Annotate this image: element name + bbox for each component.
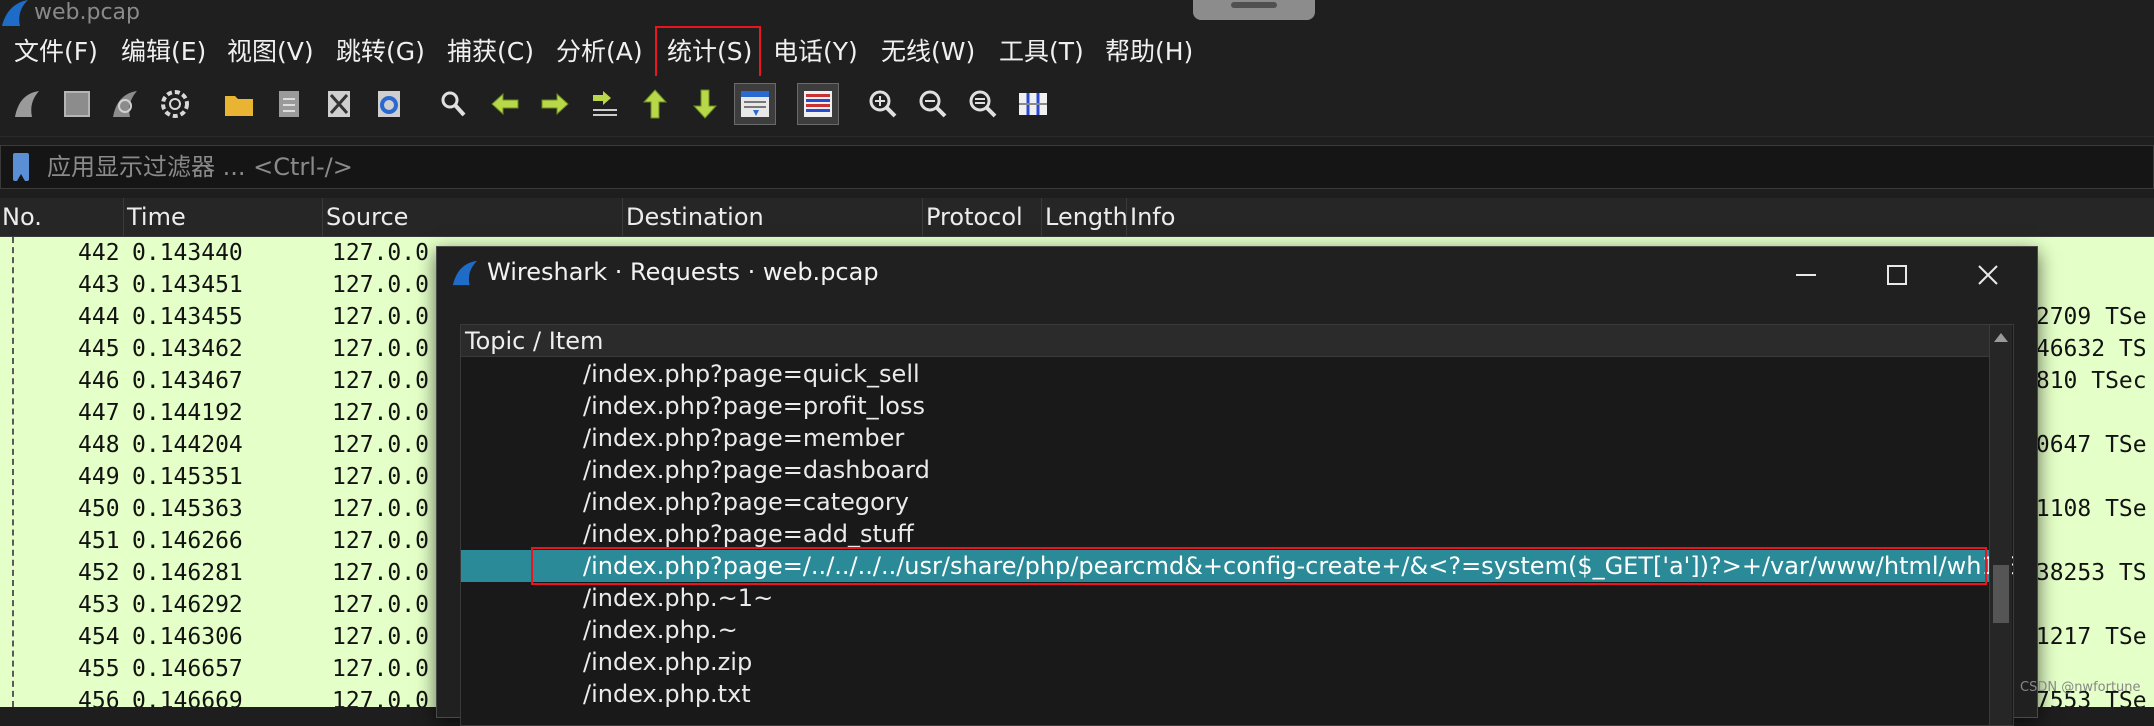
minimize-icon (1796, 274, 1816, 276)
menu-analyze[interactable]: 分析(A) (556, 36, 643, 68)
tree-item[interactable]: /index.php?page=member (461, 422, 1989, 454)
save-file-icon[interactable] (272, 86, 306, 122)
window-titlebar: web.pcap (0, 0, 2154, 28)
capture-options-icon[interactable] (158, 86, 192, 122)
restart-capture-icon[interactable] (108, 86, 142, 122)
tree-item[interactable]: /index.php.zip (461, 646, 1989, 678)
zoom-in-icon[interactable] (866, 86, 900, 122)
tree-item[interactable]: /index.php.txt (461, 678, 1989, 710)
tree-item[interactable]: /index.php.~1~ (461, 582, 1989, 614)
watermark: CSDN @nwfortune (2020, 680, 2141, 695)
menu-telephony[interactable]: 电话(Y) (773, 36, 858, 68)
go-first-icon[interactable] (638, 86, 672, 122)
menu-wireless[interactable]: 无线(W) (881, 36, 975, 68)
tree-item[interactable]: /index.php?page=quick_sell (461, 358, 1989, 390)
column-header-destination[interactable]: Destination (624, 198, 923, 236)
go-back-icon[interactable] (488, 86, 522, 122)
column-header-time[interactable]: Time (125, 198, 323, 236)
stop-capture-icon[interactable] (60, 86, 94, 122)
menu-capture[interactable]: 捕获(C) (447, 36, 534, 68)
tree-item[interactable]: /index.php?page=profit_loss (461, 390, 1989, 422)
menu-file[interactable]: 文件(F) (14, 36, 98, 68)
dialog-title: Wireshark · Requests · web.pcap (487, 258, 879, 286)
tree-item[interactable]: /index.php?page=category (461, 486, 1989, 518)
colorize-icon[interactable] (797, 83, 839, 125)
resize-columns-icon[interactable] (1016, 86, 1050, 122)
auto-scroll-icon[interactable] (734, 83, 776, 125)
go-forward-icon[interactable] (538, 86, 572, 122)
display-filter-bar (0, 145, 2154, 189)
column-header-protocol[interactable]: Protocol (924, 198, 1042, 236)
reload-file-icon[interactable] (372, 86, 406, 122)
scroll-up-icon[interactable] (1994, 333, 2008, 342)
start-capture-icon[interactable] (10, 86, 44, 122)
wireshark-fin-icon (452, 260, 478, 286)
open-file-icon[interactable] (222, 86, 256, 122)
column-header-no[interactable]: No. (0, 198, 124, 236)
display-filter-input[interactable] (47, 146, 2147, 188)
minimize-button[interactable] (1761, 247, 1851, 303)
menu-edit[interactable]: 编辑(E) (121, 36, 206, 68)
wireshark-fin-icon (2, 0, 28, 26)
dialog-titlebar[interactable]: Wireshark · Requests · web.pcap (437, 247, 2037, 303)
menu-bar: 文件(F) 编辑(E) 视图(V) 跳转(G) 捕获(C) 分析(A) 统计(S… (0, 28, 2154, 76)
find-packet-icon[interactable] (436, 86, 470, 122)
vertical-scrollbar[interactable] (1989, 325, 2012, 725)
selected-item-highlight-box (531, 547, 1987, 585)
menu-view[interactable]: 视图(V) (227, 36, 314, 68)
normal-size-icon[interactable] (966, 86, 1000, 122)
zoom-out-icon[interactable] (916, 86, 950, 122)
tree-item[interactable]: /index.php?page=add_stuff (461, 518, 1989, 550)
close-file-icon[interactable] (322, 86, 356, 122)
scrollbar-thumb[interactable] (1993, 565, 2009, 623)
window-title: web.pcap (34, 0, 140, 25)
menu-tools[interactable]: 工具(T) (999, 36, 1084, 68)
go-to-packet-icon[interactable] (588, 86, 622, 122)
maximize-icon (1887, 265, 1907, 285)
go-last-icon[interactable] (688, 86, 722, 122)
column-header-info[interactable]: Info (1128, 198, 2154, 236)
menu-go[interactable]: 跳转(G) (336, 36, 425, 68)
close-icon (1978, 265, 1998, 285)
window-drag-handle[interactable] (1193, 0, 1315, 20)
packet-list-header: No. Time Source Destination Protocol Len… (0, 198, 2154, 237)
close-button[interactable] (1943, 247, 2033, 303)
tree-item[interactable]: /index.php?page=dashboard (461, 454, 1989, 486)
column-header-topic-item[interactable]: Topic / Item (461, 325, 1989, 357)
column-header-source[interactable]: Source (324, 198, 623, 236)
requests-dialog: Wireshark · Requests · web.pcap Topic / … (436, 246, 2038, 726)
main-toolbar (0, 76, 2154, 137)
filter-bookmark-icon[interactable] (13, 153, 29, 181)
column-header-length[interactable]: Length (1043, 198, 1128, 236)
tree-item[interactable]: /index.php.~ (461, 614, 1989, 646)
menu-help[interactable]: 帮助(H) (1105, 36, 1193, 68)
requests-tree[interactable]: Topic / Item /index.php?page=quick_sell … (460, 324, 2014, 726)
statistics-menu-highlight-box (655, 26, 761, 79)
maximize-button[interactable] (1852, 247, 1942, 303)
